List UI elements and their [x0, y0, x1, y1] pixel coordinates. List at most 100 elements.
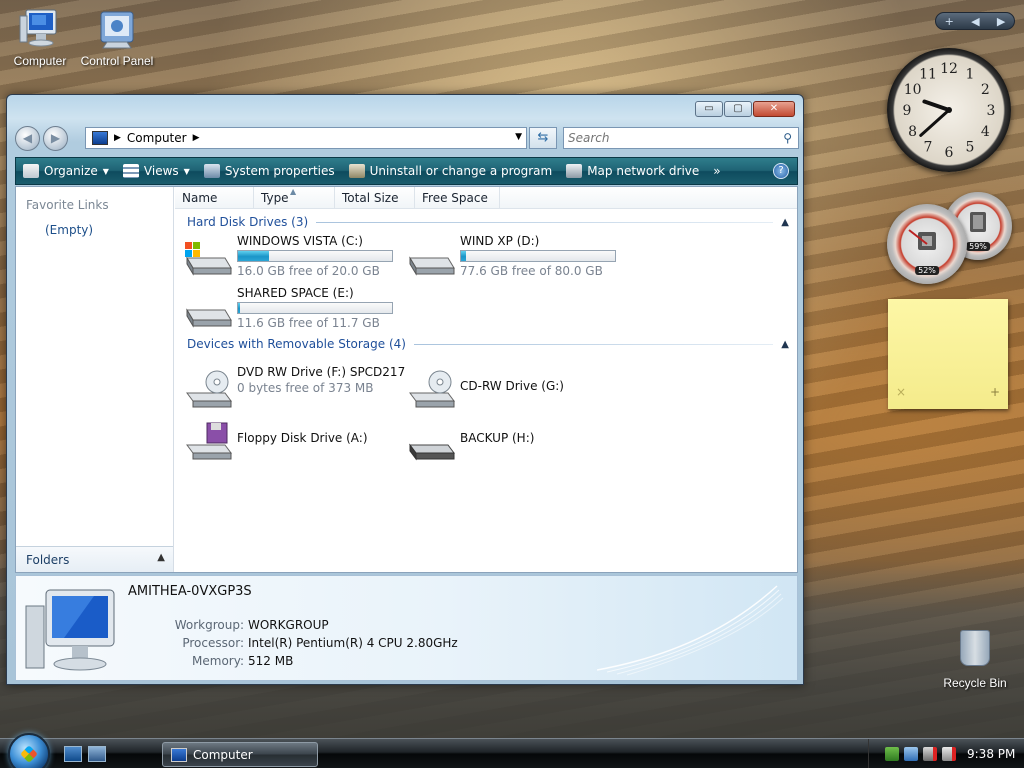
- drive-h[interactable]: BACKUP (H:): [406, 417, 626, 465]
- caption-buttons: ▭ ▢ ✕: [695, 101, 795, 117]
- organize-icon: [23, 164, 39, 178]
- drive-usage-bar: [237, 250, 393, 262]
- chevron-up-icon[interactable]: ▲: [781, 217, 789, 228]
- column-header-type[interactable]: Type ▲: [254, 187, 335, 209]
- computer-icon: [25, 589, 115, 671]
- column-header-total-size[interactable]: Total Size: [335, 187, 415, 209]
- recycle-bin-icon: [960, 630, 990, 666]
- volume-muted-icon[interactable]: [942, 747, 956, 761]
- floppy-drive-icon: [186, 422, 232, 460]
- breadcrumb-separator-icon[interactable]: ▶: [114, 133, 121, 143]
- column-header-name[interactable]: Name: [175, 187, 254, 209]
- network-disconnected-icon[interactable]: [923, 747, 937, 761]
- close-button[interactable]: ✕: [753, 101, 795, 117]
- system-properties-button[interactable]: System properties: [197, 158, 342, 184]
- windows-drive-icon: [185, 242, 232, 276]
- clock-minute-hand: [919, 108, 951, 137]
- windows-logo-icon: [20, 745, 38, 763]
- breadcrumb-computer[interactable]: Computer: [127, 131, 187, 145]
- start-button[interactable]: [8, 733, 50, 768]
- group-divider: [316, 221, 774, 223]
- memory-percent: 59%: [966, 242, 990, 251]
- breadcrumb-separator-icon[interactable]: ▶: [193, 133, 200, 143]
- search-input[interactable]: [568, 131, 768, 145]
- search-icon[interactable]: ⚲: [783, 131, 792, 145]
- search-box[interactable]: ⚲: [563, 127, 799, 149]
- map-network-drive-button[interactable]: Map network drive: [559, 158, 706, 184]
- drive-usage-fill: [238, 303, 240, 313]
- add-note-button[interactable]: +: [990, 385, 1000, 399]
- refresh-button[interactable]: ⇆: [529, 127, 557, 149]
- clock-center: [946, 107, 952, 113]
- add-gadget-button[interactable]: +: [945, 15, 954, 28]
- drive-free-space: 77.6 GB free of 80.0 GB: [460, 264, 603, 278]
- forward-arrow-icon: ▶: [50, 131, 61, 145]
- cpu-percent: 52%: [915, 266, 939, 275]
- clock-number: 5: [966, 139, 975, 155]
- drive-free-space: 11.6 GB free of 11.7 GB: [237, 316, 380, 330]
- cd-drive-icon: [409, 370, 455, 408]
- folders-toggle[interactable]: Folders ▲: [16, 546, 173, 572]
- clock-gadget[interactable]: 12 1 2 3 4 5 6 7 8 9 10 11: [887, 48, 1011, 172]
- chevron-down-icon: ▼: [183, 166, 190, 176]
- drive-c[interactable]: WINDOWS VISTA (C:) 16.0 GB free of 20.0 …: [183, 234, 403, 282]
- drive-f[interactable]: DVD RW Drive (F:) SPCD217 0 bytes free o…: [183, 365, 406, 413]
- recycle-bin-label: Recycle Bin: [943, 676, 1007, 690]
- drive-a[interactable]: Floppy Disk Drive (A:): [183, 417, 403, 465]
- map-drive-label: Map network drive: [587, 164, 700, 178]
- workgroup-row: Workgroup: WORKGROUP: [128, 618, 528, 636]
- group-removable-storage[interactable]: Devices with Removable Storage (4) ▲: [187, 337, 789, 351]
- clock-number: 8: [908, 124, 917, 140]
- drive-free-space: 16.0 GB free of 20.0 GB: [237, 264, 380, 278]
- uninstall-program-button[interactable]: Uninstall or change a program: [342, 158, 560, 184]
- desktop-icon-recycle-bin[interactable]: Recycle Bin: [940, 630, 1010, 690]
- desktop-icon-computer[interactable]: Computer: [2, 6, 78, 68]
- dvd-drive-icon: [186, 370, 232, 408]
- system-tray: 9:38 PM: [868, 739, 1024, 768]
- taskbar: Computer 9:38 PM: [0, 733, 1024, 768]
- column-header-free-space[interactable]: Free Space: [415, 187, 500, 209]
- minimize-button[interactable]: ▭: [695, 101, 723, 117]
- views-button[interactable]: Views ▼: [116, 158, 197, 184]
- clock-number: 2: [981, 82, 990, 98]
- next-gadget-button[interactable]: ▶: [997, 15, 1005, 28]
- prev-gadget-button[interactable]: ◀: [971, 15, 979, 28]
- clock-time[interactable]: 9:38 PM: [967, 747, 1015, 761]
- windows-defender-icon[interactable]: [885, 747, 899, 761]
- clock-hour-hand: [922, 99, 951, 112]
- memory-label: Memory:: [192, 654, 244, 668]
- drive-name: DVD RW Drive (F:) SPCD217: [237, 365, 406, 379]
- group-hard-disk-drives[interactable]: Hard Disk Drives (3) ▲: [187, 215, 789, 229]
- views-label: Views: [143, 164, 179, 178]
- computer-icon: [92, 131, 108, 145]
- explorer-body: Favorite Links (Empty) Folders ▲ Name Ty…: [15, 186, 798, 573]
- file-list: Name Type ▲ Total Size Free Space Hard D…: [175, 187, 797, 572]
- sidebar-tray-icon[interactable]: [904, 747, 918, 761]
- taskbar-button-computer[interactable]: Computer: [162, 742, 318, 767]
- forward-button[interactable]: ▶: [43, 126, 68, 151]
- address-dropdown-icon[interactable]: ▼: [515, 132, 522, 142]
- drive-e[interactable]: SHARED SPACE (E:) 11.6 GB free of 11.7 G…: [183, 286, 403, 334]
- maximize-button[interactable]: ▢: [724, 101, 752, 117]
- favorite-links-empty: (Empty): [45, 223, 94, 237]
- switch-windows-icon[interactable]: [88, 746, 106, 762]
- clock-number: 9: [903, 103, 912, 119]
- clock-number: 1: [966, 67, 975, 83]
- show-desktop-icon[interactable]: [64, 746, 82, 762]
- organize-button[interactable]: Organize ▼: [16, 158, 116, 184]
- details-swoosh-decoration: [597, 585, 784, 676]
- more-commands-button[interactable]: »: [706, 158, 727, 184]
- address-bar[interactable]: ▶ Computer ▶ ▼: [85, 127, 527, 149]
- drive-g[interactable]: CD-RW Drive (G:): [406, 365, 626, 413]
- clock-number: 11: [919, 67, 937, 83]
- clock-number: 10: [904, 82, 922, 98]
- desktop-icon-control-panel[interactable]: Control Panel: [79, 6, 155, 68]
- drive-d[interactable]: WIND XP (D:) 77.6 GB free of 80.0 GB: [406, 234, 626, 282]
- delete-note-button[interactable]: ×: [896, 385, 906, 399]
- drive-name: WIND XP (D:): [460, 234, 540, 248]
- back-button[interactable]: ◀: [15, 126, 40, 151]
- sticky-note-gadget[interactable]: × +: [888, 299, 1008, 409]
- group-divider: [413, 343, 774, 345]
- help-button[interactable]: ?: [773, 163, 789, 179]
- chevron-up-icon[interactable]: ▲: [781, 339, 789, 350]
